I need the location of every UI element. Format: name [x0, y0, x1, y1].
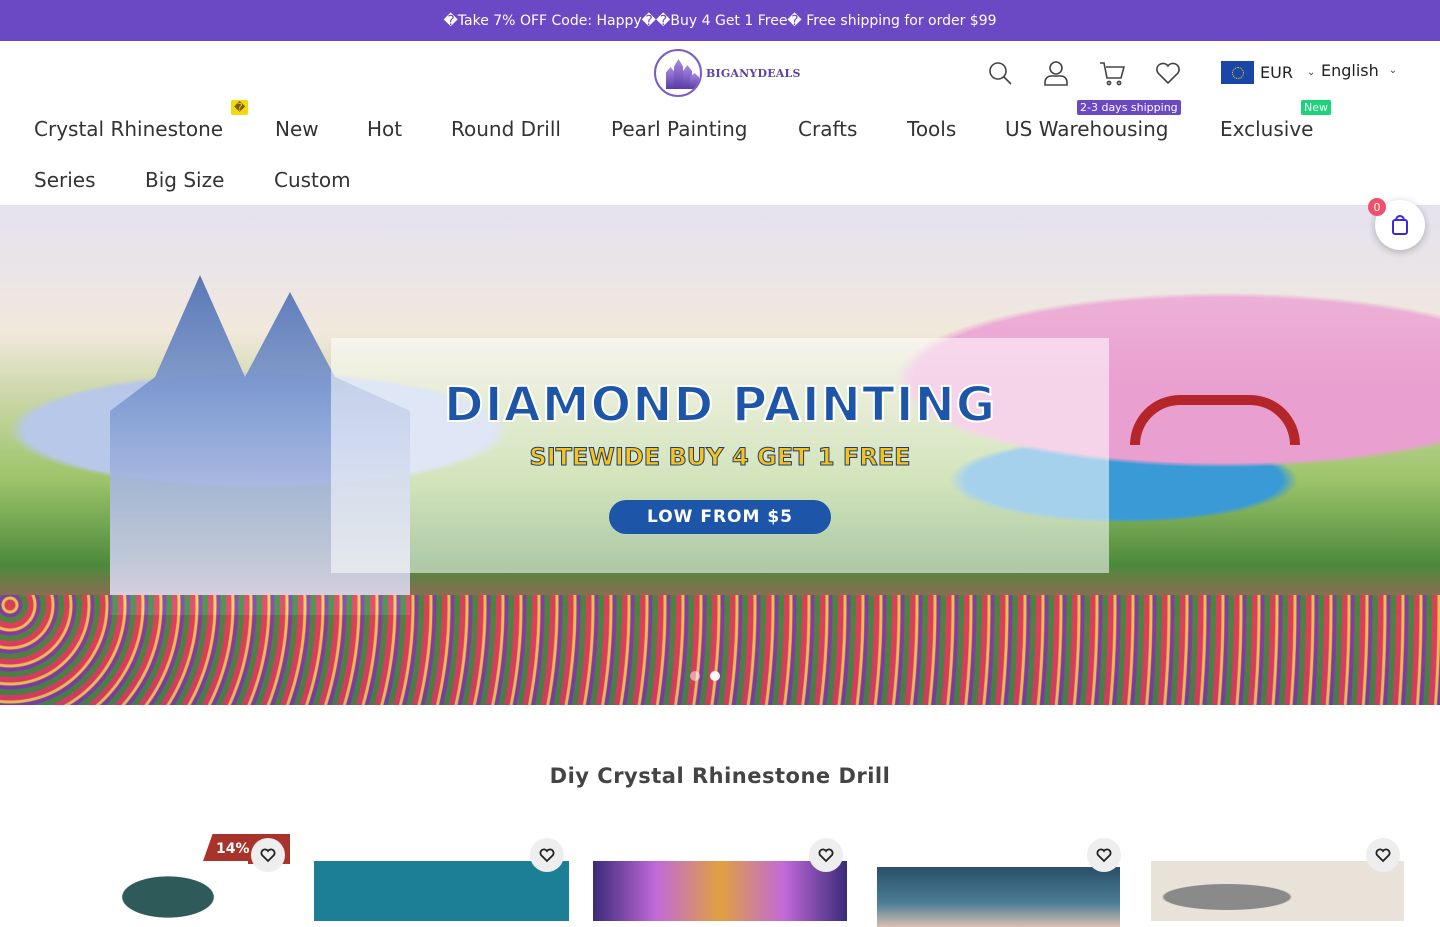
wishlist-toggle[interactable] [1366, 838, 1400, 872]
wishlist-toggle[interactable] [809, 838, 843, 872]
promo-cta[interactable]: LOW FROM $5 [609, 500, 831, 534]
nav-item-series[interactable]: Series [34, 168, 96, 192]
carousel-dot-active[interactable] [710, 671, 720, 681]
product-card[interactable] [593, 834, 847, 921]
nav-item-new[interactable]: New [275, 117, 319, 141]
nav-item-us-warehousing[interactable]: US Warehousing [1005, 117, 1168, 141]
nav-badge-us-shipping: 2-3 days shipping [1077, 100, 1181, 115]
search-button[interactable] [986, 59, 1014, 87]
search-icon [989, 62, 1012, 85]
logo[interactable]: BIGANYDEALS [654, 49, 801, 97]
product-card[interactable] [877, 834, 1121, 927]
nav-item-exclusive[interactable]: Exclusive [1220, 117, 1313, 141]
cart-icon [1100, 62, 1125, 86]
product-image[interactable] [877, 867, 1120, 927]
product-image[interactable] [314, 861, 569, 921]
heart-icon [1156, 62, 1180, 85]
nav-item-custom[interactable]: Custom [274, 168, 351, 192]
account-icon [1044, 61, 1068, 86]
wishlist-toggle[interactable] [530, 838, 564, 872]
hero-bridge-illustration [1130, 395, 1300, 445]
site-header: BIGANYDEALS EUR ⌄ English ⌄ Crystal Rhin… [0, 41, 1440, 205]
heart-icon [818, 848, 834, 863]
wishlist-toggle[interactable] [1087, 838, 1121, 872]
crystal-logo-icon [654, 49, 702, 97]
account-button[interactable] [1042, 59, 1070, 87]
section-title: Diy Crystal Rhinestone Drill [549, 764, 891, 788]
product-image[interactable] [88, 861, 248, 921]
language-label: English [1321, 61, 1379, 80]
nav-item-crystal-rhinestone[interactable]: Crystal Rhinestone [34, 117, 223, 141]
hero-flowers-illustration [0, 595, 1440, 705]
cart-button[interactable] [1098, 59, 1126, 87]
product-card[interactable] [1151, 834, 1404, 921]
nav-item-round-drill[interactable]: Round Drill [451, 117, 561, 141]
wishlist-toggle[interactable] [251, 838, 285, 872]
nav-badge-exclusive: New [1301, 100, 1331, 115]
nav-item-tools[interactable]: Tools [907, 117, 956, 141]
eu-flag-icon [1221, 61, 1254, 84]
heart-icon [539, 848, 555, 863]
product-image[interactable] [1151, 861, 1404, 921]
nav-item-hot[interactable]: Hot [367, 117, 402, 141]
carousel-dots [690, 671, 720, 681]
heart-icon [1375, 848, 1391, 863]
language-selector[interactable]: English ⌄ [1321, 61, 1397, 80]
hero-banner[interactable]: DIAMOND PAINTING SITEWIDE BUY 4 GET 1 FR… [0, 205, 1440, 705]
promo-title: DIAMOND PAINTING [443, 376, 997, 434]
wishlist-button[interactable] [1154, 59, 1182, 87]
product-image[interactable] [593, 861, 847, 921]
nav-item-big-size[interactable]: Big Size [145, 168, 224, 192]
product-card[interactable] [314, 834, 569, 921]
chevron-down-icon: ⌄ [1306, 67, 1316, 78]
cart-count-badge: 0 [1368, 198, 1386, 216]
chevron-down-icon: ⌄ [1388, 65, 1398, 76]
heart-icon [260, 848, 276, 863]
heart-icon [1096, 848, 1112, 863]
announcement-text: �Take 7% OFF Code: Happy��Buy 4 Get 1 Fr… [443, 12, 997, 29]
nav-item-crafts[interactable]: Crafts [798, 117, 857, 141]
announcement-bar: �Take 7% OFF Code: Happy��Buy 4 Get 1 Fr… [0, 0, 1440, 41]
nav-badge-crystal: � [231, 100, 249, 115]
currency-selector[interactable]: EUR ⌄ [1221, 61, 1315, 84]
product-card[interactable] [40, 834, 300, 921]
nav-item-pearl-painting[interactable]: Pearl Painting [611, 117, 747, 141]
promo-subtitle: SITEWIDE BUY 4 GET 1 FREE [529, 443, 911, 472]
carousel-dot[interactable] [690, 671, 700, 681]
logo-text: BIGANYDEALS [706, 66, 801, 80]
currency-code: EUR [1260, 63, 1293, 82]
cart-icon [1392, 215, 1408, 235]
